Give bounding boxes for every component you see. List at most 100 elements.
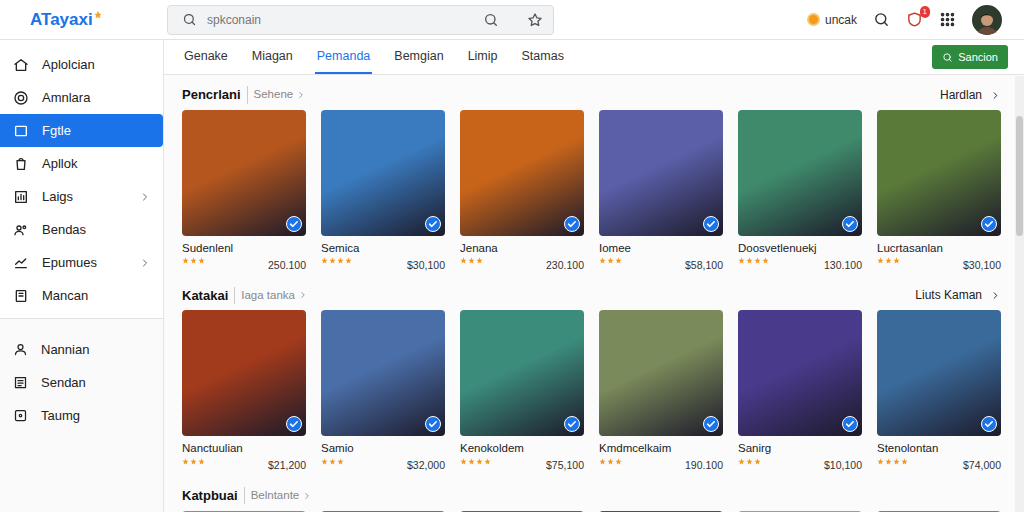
verified-check-icon [842,416,858,432]
section-subtitle[interactable]: Belntante [244,487,313,504]
search-submit[interactable] [483,12,499,28]
app-card[interactable] [321,511,445,512]
sidebar: AplolcianAmnlaraFgtleApllokLaigsBendasEp… [0,40,164,512]
sidebar-item[interactable]: Epumues [0,246,163,279]
avatar[interactable] [972,5,1002,35]
app-name[interactable]: Iomee [599,240,723,257]
app-cover[interactable] [738,511,862,512]
app-name[interactable]: Semica [321,240,445,257]
app-name[interactable]: Nanctuulian [182,440,306,457]
notification-badge: 1 [920,6,930,18]
verified-badge [286,216,302,232]
sidebar-item[interactable]: Mancan [0,279,163,312]
app-card[interactable]: Lucrtasanlan$30,100 [877,110,1001,273]
app-cover[interactable] [599,511,723,512]
section-subtitle[interactable]: Iaga tanka [234,287,308,304]
search-input[interactable] [205,10,475,30]
app-card[interactable]: Jenana230.100 [460,110,584,273]
app-cover[interactable] [460,511,584,512]
sidebar-item[interactable]: Sendan [0,366,163,399]
app-cover[interactable] [877,310,1001,436]
sidebar-item[interactable]: Aplolcian [0,48,163,81]
see-all-link[interactable]: Liuts Kaman [915,286,1001,304]
app-name[interactable]: Kmdmcelkaim [599,440,723,457]
sidebar-item[interactable]: Laigs [0,180,163,213]
tab[interactable]: Bemgian [392,40,445,74]
rating [182,257,205,264]
app-cover[interactable] [321,110,445,236]
section-subtitle[interactable]: Sehene [247,86,307,103]
app-card[interactable]: Nanctuulian$21,200 [182,310,306,473]
app-cover[interactable] [460,310,584,436]
app-cover[interactable] [321,310,445,436]
app-card[interactable] [182,511,306,512]
tab[interactable]: Miagan [250,40,295,74]
scrollbar[interactable] [1015,76,1024,512]
app-cover[interactable] [877,110,1001,236]
app-card[interactable]: Kmdmcelkaim190.100 [599,310,723,473]
app-cover[interactable] [182,511,306,512]
sidebar-item[interactable]: Apllok [0,147,163,180]
app-card[interactable] [877,511,1001,512]
app-card[interactable]: Iomee$58,100 [599,110,723,273]
logo[interactable]: ATayaxi [0,7,164,33]
app-name[interactable]: Lucrtasanlan [877,240,1001,257]
section: KatakaiIaga tankaLiuts KamanNanctuulian$… [182,285,1001,473]
coins[interactable]: uncak [807,11,857,29]
app-card[interactable]: Semica$30,100 [321,110,445,273]
favorite-button[interactable] [527,12,543,28]
tab[interactable]: Stamas [520,40,566,74]
sidebar-item[interactable]: Bendas [0,213,163,246]
app-price: $32,000 [407,458,445,474]
app-name[interactable]: Samio [321,440,445,457]
search-box[interactable] [167,5,554,35]
app-card[interactable]: Doosvetlenuekj130.100 [738,110,862,273]
rating [877,458,908,465]
tab[interactable]: Pemanda [315,40,373,74]
app-price: $10,100 [824,458,862,474]
app-cover[interactable] [599,110,723,236]
sidebar-main-group: AplolcianAmnlaraFgtleApllokLaigsBendasEp… [0,40,163,319]
sidebar-item[interactable]: Amnlara [0,81,163,114]
app-price: 190.100 [685,458,723,474]
app-cover[interactable] [738,110,862,236]
app-card[interactable]: Sanirg$10,100 [738,310,862,473]
app-card[interactable] [738,511,862,512]
app-card[interactable]: Sudenlenl250.100 [182,110,306,273]
app-cover[interactable] [460,110,584,236]
app-card[interactable]: Stenolontan$74,000 [877,310,1001,473]
app-card[interactable]: Samio$32,000 [321,310,445,473]
app-cover[interactable] [182,110,306,236]
app-name[interactable]: Doosvetlenuekj [738,240,862,257]
app-cover[interactable] [321,511,445,512]
notifications[interactable]: 1 [906,11,923,28]
search-button[interactable] [873,11,890,28]
app-cover[interactable] [182,310,306,436]
see-all-link[interactable]: Hardlan [940,86,1001,104]
star-icon [198,257,205,264]
app-cover[interactable] [877,511,1001,512]
app-name[interactable]: Sanirg [738,440,862,457]
tab[interactable]: Limip [466,40,500,74]
app-cover[interactable] [738,310,862,436]
app-card[interactable]: Kenokoldem$75,100 [460,310,584,473]
verified-check-icon [564,216,580,232]
tab[interactable]: Genake [182,40,230,74]
star-icon [345,257,352,264]
section-title: Katakai [182,286,228,306]
app-card[interactable] [599,511,723,512]
app-name[interactable]: Jenana [460,240,584,257]
app-name[interactable]: Stenolontan [877,440,1001,457]
action-button[interactable]: Sancion [932,45,1008,70]
star-icon [476,458,483,465]
apps-button[interactable] [939,11,956,28]
star-icon [754,458,761,465]
app-name[interactable]: Kenokoldem [460,440,584,457]
app-card[interactable] [460,511,584,512]
scrollbar-thumb[interactable] [1016,116,1023,236]
app-cover[interactable] [599,310,723,436]
sidebar-item[interactable]: Fgtle [0,114,163,147]
app-name[interactable]: Sudenlenl [182,240,306,257]
sidebar-item[interactable]: Taumg [0,399,163,432]
sidebar-item[interactable]: Nannian [0,333,163,366]
